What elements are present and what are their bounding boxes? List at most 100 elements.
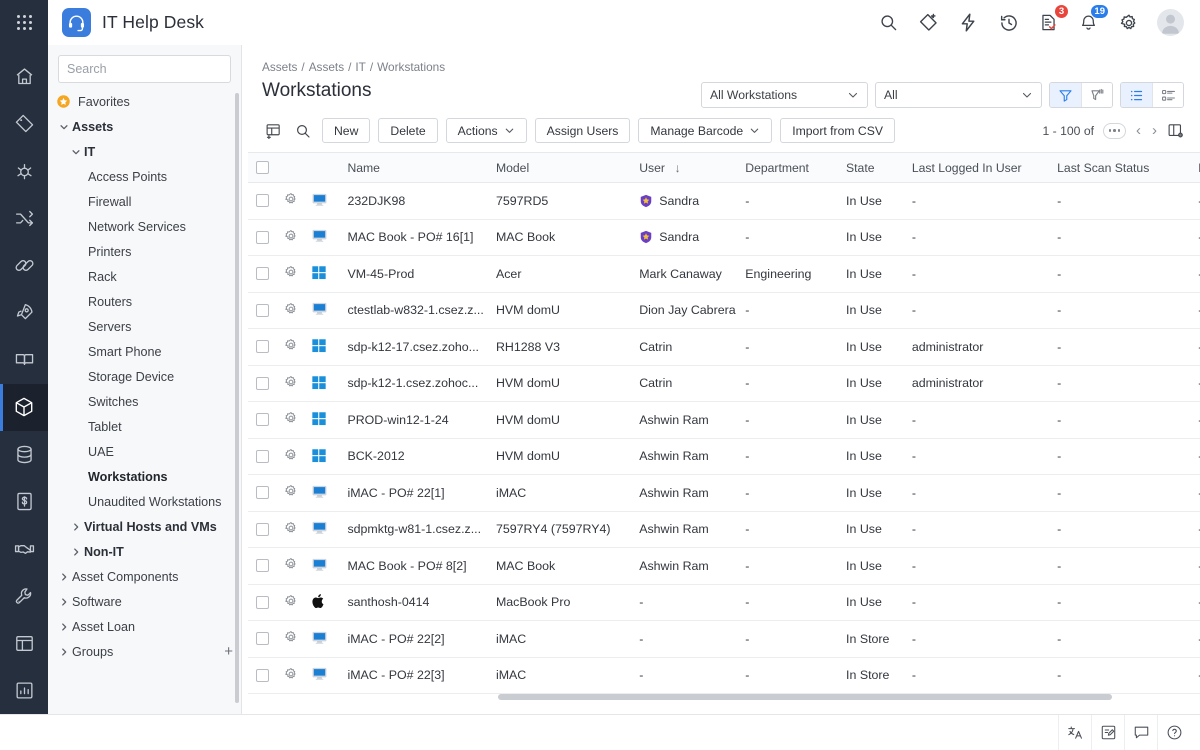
row-checkbox[interactable]	[256, 194, 269, 207]
sidebar-item-workstations[interactable]: Workstations	[48, 464, 241, 489]
table-row[interactable]: BCK-2012HVM domUAshwin Ram-In Use---	[248, 438, 1200, 475]
sidebar-item-groups[interactable]: Groups+	[48, 639, 241, 664]
row-settings-gear-icon[interactable]	[284, 375, 298, 389]
rail-item-knowledge[interactable]	[0, 336, 48, 383]
row-settings-gear-icon[interactable]	[284, 484, 298, 498]
rail-item-purchase[interactable]	[0, 478, 48, 525]
column-header-user[interactable]: User ↓	[635, 153, 741, 183]
notes-edit-icon[interactable]	[1091, 715, 1124, 750]
sidebar-item-virtual-hosts-and-vms[interactable]: Virtual Hosts and VMs	[48, 514, 241, 539]
rail-item-releases[interactable]	[0, 242, 48, 289]
flash-quick-action-icon[interactable]	[957, 11, 980, 34]
row-name-cell[interactable]: sdp-k12-1.csez.zohoc...	[343, 365, 492, 402]
sidebar-item-favorites[interactable]: Favorites	[48, 89, 241, 114]
column-header-last-scan-status[interactable]: Last Scan Status	[1053, 153, 1194, 183]
row-settings-gear-icon[interactable]	[284, 302, 298, 316]
rail-item-tickets[interactable]	[0, 100, 48, 147]
table-row[interactable]: PROD-win12-1-24HVM domUAshwin Ram-In Use…	[248, 402, 1200, 439]
table-row[interactable]: VM-45-ProdAcerMark CanawayEngineeringIn …	[248, 256, 1200, 293]
row-checkbox[interactable]	[256, 632, 269, 645]
sidebar-item-servers[interactable]: Servers	[48, 314, 241, 339]
import-from-csv-button[interactable]: Import from CSV	[780, 118, 895, 143]
row-settings-gear-icon[interactable]	[284, 667, 298, 681]
row-name-cell[interactable]: santhosh-0414	[343, 584, 492, 621]
table-row[interactable]: santhosh-0414MacBook Pro--In Use---	[248, 584, 1200, 621]
chat-feedback-icon[interactable]	[1124, 715, 1157, 750]
row-name-cell[interactable]: iMAC - PO# 22[3]	[343, 657, 492, 694]
approvals-icon[interactable]: 3	[1037, 11, 1060, 34]
table-row[interactable]: sdp-k12-1.csez.zohoc...HVM domUCatrin-In…	[248, 365, 1200, 402]
row-checkbox[interactable]	[256, 523, 269, 536]
app-switcher-button[interactable]	[0, 0, 48, 45]
column-header-department[interactable]: Department	[741, 153, 842, 183]
breadcrumb-item[interactable]: Assets	[309, 60, 344, 74]
rail-item-home[interactable]	[0, 53, 48, 100]
table-row[interactable]: iMAC - PO# 22[2]iMAC--In Store---	[248, 621, 1200, 658]
new-button[interactable]: New	[322, 118, 370, 143]
table-row[interactable]: MAC Book - PO# 8[2]MAC BookAshwin Ram-In…	[248, 548, 1200, 585]
chevron-right-icon[interactable]	[56, 647, 72, 657]
chevron-right-icon[interactable]	[68, 547, 84, 557]
row-checkbox[interactable]	[256, 267, 269, 280]
sidebar-item-routers[interactable]: Routers	[48, 289, 241, 314]
row-settings-gear-icon[interactable]	[284, 338, 298, 352]
row-name-cell[interactable]: PROD-win12-1-24	[343, 402, 492, 439]
column-header-model[interactable]: Model	[492, 153, 635, 183]
row-name-cell[interactable]: sdp-k12-17.csez.zoho...	[343, 329, 492, 366]
help-question-icon[interactable]	[1157, 715, 1190, 750]
column-header-last[interactable]: Last	[1194, 153, 1200, 183]
row-settings-gear-icon[interactable]	[284, 521, 298, 535]
sidebar-search-input[interactable]	[67, 62, 228, 76]
row-settings-gear-icon[interactable]	[284, 411, 298, 425]
column-header-last-logged-in-user[interactable]: Last Logged In User	[908, 153, 1053, 183]
sidebar-scrollbar[interactable]	[235, 93, 239, 703]
row-name-cell[interactable]: MAC Book - PO# 16[1]	[343, 219, 492, 256]
row-checkbox[interactable]	[256, 596, 269, 609]
row-name-cell[interactable]: iMAC - PO# 22[2]	[343, 621, 492, 658]
settings-gear-icon[interactable]	[1117, 11, 1140, 34]
sidebar-item-it[interactable]: IT	[48, 139, 241, 164]
row-checkbox[interactable]	[256, 413, 269, 426]
list-view-icon[interactable]	[1121, 83, 1152, 107]
sidebar-item-asset-loan[interactable]: Asset Loan	[48, 614, 241, 639]
table-row[interactable]: iMAC - PO# 22[1]iMACAshwin Ram-In Use---	[248, 475, 1200, 512]
row-name-cell[interactable]: sdpmktg-w81-1.csez.z...	[343, 511, 492, 548]
add-group-icon[interactable]: +	[224, 644, 233, 659]
table-row[interactable]: sdpmktg-w81-1.csez.z...7597RY4 (7597RY4)…	[248, 511, 1200, 548]
delete-button[interactable]: Delete	[378, 118, 437, 143]
row-settings-gear-icon[interactable]	[284, 630, 298, 644]
row-settings-gear-icon[interactable]	[284, 192, 298, 206]
row-name-cell[interactable]: BCK-2012	[343, 438, 492, 475]
row-name-cell[interactable]: ctestlab-w832-1.csez.z...	[343, 292, 492, 329]
row-checkbox[interactable]	[256, 450, 269, 463]
table-row[interactable]: sdp-k12-17.csez.zoho...RH1288 V3Catrin-I…	[248, 329, 1200, 366]
breadcrumb-item[interactable]: Assets	[262, 60, 297, 74]
add-column-icon[interactable]	[262, 120, 284, 142]
table-row[interactable]: iMAC - PO# 22[3]iMAC--In Store---	[248, 657, 1200, 694]
sidebar-item-tablet[interactable]: Tablet	[48, 414, 241, 439]
row-checkbox[interactable]	[256, 559, 269, 572]
pagination-total-placeholder[interactable]	[1103, 123, 1126, 139]
scope-selector[interactable]: All	[875, 82, 1042, 108]
row-checkbox[interactable]	[256, 340, 269, 353]
sidebar-item-printers[interactable]: Printers	[48, 239, 241, 264]
sidebar-item-uae[interactable]: UAE	[48, 439, 241, 464]
chevron-right-icon[interactable]	[56, 597, 72, 607]
sidebar-item-access-points[interactable]: Access Points	[48, 164, 241, 189]
row-checkbox[interactable]	[256, 231, 269, 244]
sidebar-item-non-it[interactable]: Non-IT	[48, 539, 241, 564]
add-ticket-icon[interactable]	[917, 11, 940, 34]
chevron-right-icon[interactable]	[56, 572, 72, 582]
table-row[interactable]: 232DJK987597RD5Sandra-In Use---	[248, 183, 1200, 220]
brand[interactable]: IT Help Desk	[48, 8, 204, 37]
sidebar-item-storage-device[interactable]: Storage Device	[48, 364, 241, 389]
row-checkbox[interactable]	[256, 669, 269, 682]
breadcrumb-item[interactable]: Workstations	[377, 60, 445, 74]
row-name-cell[interactable]: MAC Book - PO# 8[2]	[343, 548, 492, 585]
chevron-down-icon[interactable]	[68, 147, 84, 157]
table-row[interactable]: ctestlab-w832-1.csez.z...HVM domUDion Ja…	[248, 292, 1200, 329]
sidebar-item-asset-components[interactable]: Asset Components	[48, 564, 241, 589]
row-name-cell[interactable]: iMAC - PO# 22[1]	[343, 475, 492, 512]
row-checkbox[interactable]	[256, 377, 269, 390]
rail-item-reports[interactable]	[0, 667, 48, 714]
